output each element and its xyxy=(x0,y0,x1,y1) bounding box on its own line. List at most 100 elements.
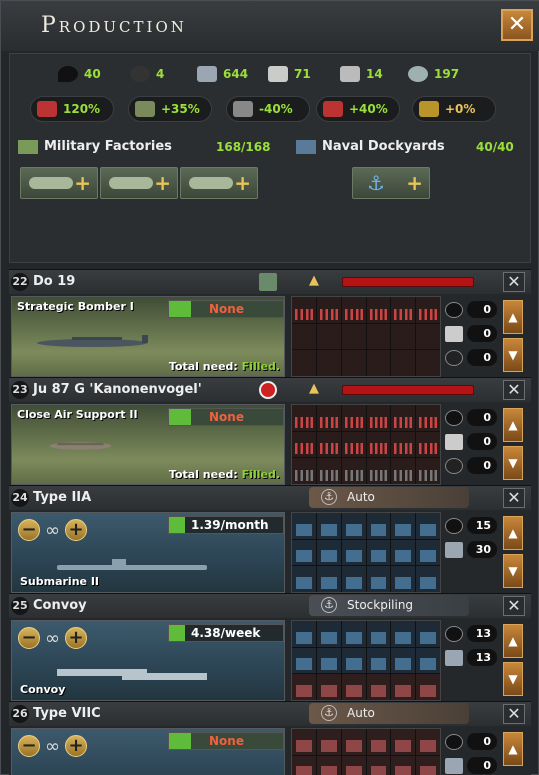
military-factories-label: Military Factories xyxy=(18,139,172,154)
increase-button[interactable]: + xyxy=(65,735,87,757)
add-land-equipment-button[interactable]: + xyxy=(20,167,98,199)
move-down-button[interactable]: ▼ xyxy=(503,338,523,372)
production-window: Production ✕ 40 4 644 71 14 197 120% +35… xyxy=(0,0,539,775)
production-rate: 1.39/month xyxy=(168,516,284,534)
quantity-controls: − ∞ + xyxy=(18,735,87,757)
equipment-card[interactable]: Strategic Bomber I None Total need: Fill… xyxy=(11,296,285,377)
modifier-factory-efficiency[interactable]: 120% xyxy=(30,96,114,122)
resource-usage: 0 0 0 xyxy=(443,296,499,377)
resource-steel: 644 xyxy=(197,66,248,82)
rubber-icon xyxy=(445,350,463,366)
resource-value: 71 xyxy=(294,67,311,81)
resource-aluminium: 71 xyxy=(268,66,311,82)
move-down-button[interactable]: ▼ xyxy=(503,554,523,588)
resource-value: 0 xyxy=(467,733,497,750)
remove-line-button[interactable]: ✕ xyxy=(503,596,525,616)
move-up-button[interactable]: ▲ xyxy=(503,516,523,550)
line-name: Ju 87 G 'Kanonenvogel' xyxy=(33,382,202,397)
resource-value: 197 xyxy=(434,67,460,81)
line-body: − ∞ + None 0 0 ▲ xyxy=(9,726,531,775)
move-up-button[interactable]: ▲ xyxy=(503,732,523,766)
dockyard-routing-dropdown[interactable]: ⚓ Auto xyxy=(309,703,469,724)
increase-button[interactable]: + xyxy=(65,519,87,541)
modifier-resource[interactable]: -40% xyxy=(226,96,310,122)
modifier-efficiency-growth[interactable]: +40% xyxy=(316,96,400,122)
resource-value: 13 xyxy=(467,625,497,642)
line-number: 23 xyxy=(11,381,29,399)
total-need: Total need: Filled. xyxy=(168,360,280,373)
quantity-controls: − ∞ + xyxy=(18,519,87,541)
oil-icon xyxy=(445,410,463,426)
infinity-icon[interactable]: ∞ xyxy=(45,736,60,757)
dockyard-routing-dropdown[interactable]: ⚓ Auto xyxy=(309,487,469,508)
production-line[interactable]: 26 Type VIIC ⚓ Auto ✕ − ∞ + None 0 0 ▲ xyxy=(9,701,531,775)
line-header: 26 Type VIIC ⚓ Auto ✕ xyxy=(9,702,531,726)
line-header: 23 Ju 87 G 'Kanonenvogel' ▲ ✕ xyxy=(9,378,531,402)
equipment-card[interactable]: − ∞ + 4.38/week Convoy xyxy=(11,620,285,701)
tungsten-icon xyxy=(340,66,360,82)
infinity-icon[interactable]: ∞ xyxy=(45,520,60,541)
resource-value: 30 xyxy=(467,541,497,558)
reorder-controls: ▲ ▼ xyxy=(501,512,525,593)
rubber-icon xyxy=(445,458,463,474)
remove-line-button[interactable]: ✕ xyxy=(503,488,525,508)
efficiency-growth-icon xyxy=(323,101,343,117)
factory-grid xyxy=(291,404,441,485)
oil-icon xyxy=(445,302,463,318)
decrease-button[interactable]: − xyxy=(18,735,40,757)
add-naval-button[interactable]: ⚓ + xyxy=(352,167,430,199)
equipment-card[interactable]: Close Air Support II None Total need: Fi… xyxy=(11,404,285,485)
modifier-efficiency-cap[interactable]: +0% xyxy=(412,96,496,122)
move-up-button[interactable]: ▲ xyxy=(503,300,523,334)
remove-line-button[interactable]: ✕ xyxy=(503,380,525,400)
equipment-card[interactable]: − ∞ + None xyxy=(11,728,285,775)
resource-penalty-icon xyxy=(233,101,253,117)
resource-value: 4 xyxy=(156,67,165,81)
modifier-output[interactable]: +35% xyxy=(128,96,212,122)
aluminium-icon xyxy=(268,66,288,82)
line-body: − ∞ + 4.38/week Convoy 13 13 ▲ ▼ xyxy=(9,618,531,703)
steel-icon xyxy=(445,758,463,774)
modifier-value: -40% xyxy=(259,102,293,116)
cas-plane-icon xyxy=(49,442,112,450)
line-name: Type VIIC xyxy=(33,706,101,721)
add-armor-button[interactable]: + xyxy=(100,167,178,199)
tank-icon xyxy=(109,177,153,189)
add-aircraft-button[interactable]: + xyxy=(180,167,258,199)
increase-button[interactable]: + xyxy=(65,627,87,649)
aluminium-icon xyxy=(445,326,463,342)
output-status: None xyxy=(168,408,284,426)
equipment-name: Close Air Support II xyxy=(17,408,138,421)
production-line[interactable]: 22 Do 19 ▲ ✕ Strategic Bomber I None Tot… xyxy=(9,269,531,379)
move-up-button[interactable]: ▲ xyxy=(503,624,523,658)
priority-icon[interactable]: ▲ xyxy=(309,273,333,291)
equipment-card[interactable]: − ∞ + 1.39/month Submarine II xyxy=(11,512,285,593)
remove-line-button[interactable]: ✕ xyxy=(503,704,525,724)
priority-icon[interactable]: ▲ xyxy=(309,381,333,399)
modifier-value: +40% xyxy=(349,102,388,116)
production-line[interactable]: 24 Type IIA ⚓ Auto ✕ − ∞ + 1.39/month Sub… xyxy=(9,485,531,595)
anchor-icon: ⚓ xyxy=(321,705,337,721)
line-header: 25 Convoy ⚓ Stockpiling ✕ xyxy=(9,594,531,618)
line-name: Type IIA xyxy=(33,490,92,505)
move-up-button[interactable]: ▲ xyxy=(503,408,523,442)
move-down-button[interactable]: ▼ xyxy=(503,446,523,480)
resource-value: 15 xyxy=(467,517,497,534)
infinity-icon[interactable]: ∞ xyxy=(45,628,60,649)
dockyard-grid xyxy=(291,728,441,775)
decrease-button[interactable]: − xyxy=(18,627,40,649)
factory-grid xyxy=(291,296,441,377)
resource-value: 0 xyxy=(467,757,497,774)
decrease-button[interactable]: − xyxy=(18,519,40,541)
line-number: 22 xyxy=(11,273,29,291)
move-down-button[interactable]: ▼ xyxy=(503,662,523,696)
oil-icon xyxy=(445,518,463,534)
production-line[interactable]: 25 Convoy ⚓ Stockpiling ✕ − ∞ + 4.38/week… xyxy=(9,593,531,703)
modifier-value: +0% xyxy=(445,102,476,116)
production-line[interactable]: 23 Ju 87 G 'Kanonenvogel' ▲ ✕ Close Air … xyxy=(9,377,531,487)
dockyard-routing-dropdown[interactable]: ⚓ Stockpiling xyxy=(309,595,469,616)
close-button[interactable]: ✕ xyxy=(501,9,533,41)
progress-bar xyxy=(342,385,474,395)
remove-line-button[interactable]: ✕ xyxy=(503,272,525,292)
military-factories-value: 168/168 xyxy=(216,140,271,154)
